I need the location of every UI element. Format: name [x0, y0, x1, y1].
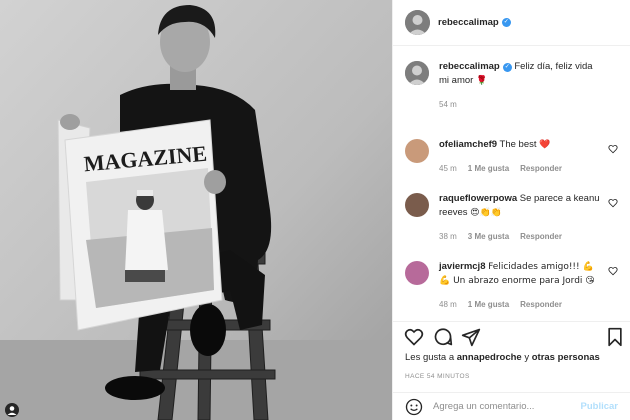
- author-avatar[interactable]: [405, 10, 430, 35]
- action-bar: [393, 321, 630, 353]
- caption-avatar[interactable]: [405, 61, 429, 85]
- comment-likes[interactable]: 1 Me gusta: [468, 162, 509, 176]
- comment-likes[interactable]: 3 Me gusta: [468, 230, 509, 244]
- comment-username[interactable]: ofeliamchef9: [439, 139, 497, 150]
- comment-likes[interactable]: 1 Me gusta: [468, 298, 509, 312]
- add-comment-bar: Agrega un comentario... Publicar: [393, 392, 630, 420]
- comment: javiermcj8 Felicidades amigo!!! 💪 💪 Un a…: [405, 260, 618, 312]
- likes-user[interactable]: annapedroche: [457, 352, 522, 363]
- heart-emoji: ❤️: [539, 140, 551, 150]
- like-comment-heart-icon[interactable]: [608, 144, 618, 154]
- comment: raqueflowerpowa Se parece a keanu reeves…: [405, 192, 618, 244]
- emoji-group: 😍👏👏: [470, 208, 502, 218]
- comment-username[interactable]: raqueflowerpowa: [439, 193, 517, 204]
- comment-icon[interactable]: [433, 327, 453, 347]
- likes-prefix: Les gusta a: [405, 352, 455, 363]
- likes-and: y: [524, 352, 530, 363]
- like-comment-heart-icon[interactable]: [608, 198, 618, 208]
- comment-avatar[interactable]: [405, 261, 429, 285]
- verified-icon: ✓: [501, 18, 511, 27]
- comment-avatar[interactable]: [405, 193, 429, 217]
- post-panel: rebeccalimap ✓ rebeccalimap ✓ Feliz día, …: [392, 0, 630, 420]
- posted-ago[interactable]: HACE 54 MINUTOS: [405, 373, 470, 380]
- comment-username[interactable]: javiermcj8: [439, 261, 485, 272]
- reply-button[interactable]: Responder: [520, 162, 562, 176]
- comments-list: rebeccalimap ✓ Feliz día, feliz vida mi a…: [393, 46, 630, 321]
- comment-input[interactable]: Agrega un comentario...: [433, 401, 581, 412]
- comment-time[interactable]: 48 m: [439, 298, 457, 312]
- share-icon[interactable]: [461, 327, 481, 347]
- rose-emoji: 🌹: [475, 76, 488, 86]
- caption-time[interactable]: 54 m: [439, 98, 457, 112]
- caption: rebeccalimap ✓ Feliz día, feliz vida mi a…: [405, 60, 618, 112]
- like-comment-heart-icon[interactable]: [608, 266, 618, 276]
- comment: ofeliamchef9 The best ❤️ 45 m 1 Me gusta…: [405, 138, 618, 176]
- comment-time[interactable]: 45 m: [439, 162, 457, 176]
- likes-line: Les gusta a annapedroche y otras persona…: [405, 352, 600, 363]
- author-username[interactable]: rebeccalimap: [438, 17, 499, 28]
- profile-icon[interactable]: [5, 403, 19, 417]
- heart-icon[interactable]: [404, 327, 424, 347]
- photo-illustration: MAGAZINE: [0, 0, 392, 420]
- post-header: rebeccalimap ✓: [393, 0, 630, 46]
- likes-others[interactable]: otras personas: [532, 352, 600, 363]
- comment-avatar[interactable]: [405, 139, 429, 163]
- post-photo[interactable]: MAGAZINE: [0, 0, 392, 420]
- post-comment-button[interactable]: Publicar: [581, 401, 619, 412]
- bookmark-icon[interactable]: [605, 327, 625, 347]
- verified-icon: ✓: [502, 63, 512, 72]
- reply-button[interactable]: Responder: [520, 230, 562, 244]
- emoji-icon[interactable]: [405, 398, 423, 416]
- caption-username[interactable]: rebeccalimap: [439, 61, 500, 72]
- reply-button[interactable]: Responder: [520, 298, 562, 312]
- comment-text: The best: [499, 139, 537, 150]
- comment-time[interactable]: 38 m: [439, 230, 457, 244]
